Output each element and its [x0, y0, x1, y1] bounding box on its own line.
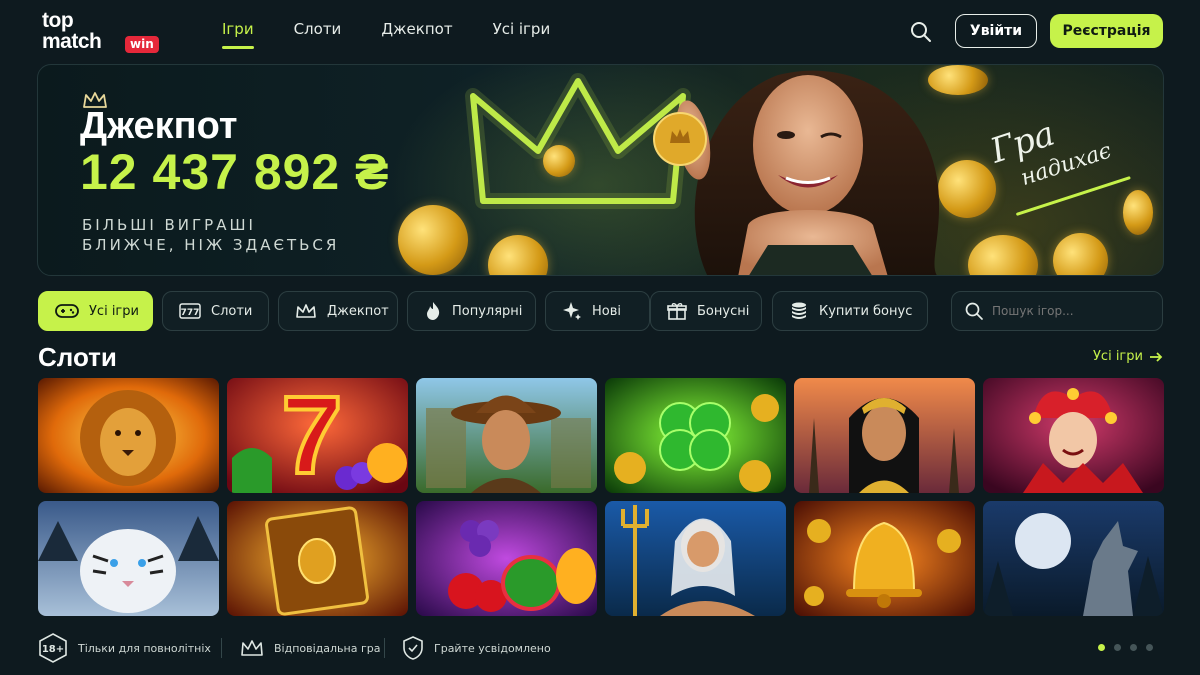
responsible-gaming: Відповідальна гра: [240, 632, 380, 664]
crown-icon: [296, 304, 316, 318]
game-tile-golden-bell[interactable]: [794, 501, 975, 616]
golden-book-illustration: [227, 501, 408, 616]
game-tile-lucky-seven[interactable]: 7: [227, 378, 408, 493]
jackpot-subtitle-line2: БЛИЖЧЕ, НІЖ ЗДАЄТЬСЯ: [82, 236, 340, 254]
game-tile-white-tiger[interactable]: [38, 501, 219, 616]
filter-slots[interactable]: 777 Слоти: [162, 291, 269, 331]
game-tile-book[interactable]: [227, 501, 408, 616]
shield-check-icon: [403, 636, 423, 660]
age-badge-text: 18+: [42, 644, 64, 655]
footer-bar: 18+ Тільки для повнолітніх Відповідальна…: [38, 632, 1164, 664]
game-search[interactable]: [951, 291, 1163, 331]
filter-jackpot[interactable]: Джекпот: [278, 291, 398, 331]
jester-illustration: [983, 378, 1164, 493]
clover-illustration: [605, 378, 786, 493]
sparkle-icon: [563, 302, 581, 320]
filter-label: Усі ігри: [89, 303, 139, 319]
page-dot[interactable]: [1130, 644, 1137, 651]
filter-label: Купити бонус: [819, 303, 913, 319]
page-dot[interactable]: [1114, 644, 1121, 651]
mindful-play: Грайте усвідомлено: [402, 632, 551, 664]
see-all-link[interactable]: Усі ігри: [1093, 349, 1163, 364]
game-tile-explorer[interactable]: [416, 378, 597, 493]
responsible-text: Відповідальна гра: [274, 641, 381, 655]
nav-games[interactable]: Ігри: [222, 20, 254, 49]
see-all-label: Усі ігри: [1093, 349, 1143, 364]
jackpot-banner[interactable]: Джекпот 12 437 892 ₴ БІЛЬШІ ВИГРАШІ БЛИЖ…: [37, 64, 1164, 276]
search-input[interactable]: [992, 304, 1142, 318]
page-dot[interactable]: [1098, 644, 1105, 651]
game-tile-jester[interactable]: [983, 378, 1164, 493]
jackpot-amount: 12 437 892 ₴: [80, 144, 390, 200]
login-button[interactable]: Увійти: [955, 14, 1037, 48]
mindful-text: Грайте усвідомлено: [434, 641, 551, 655]
jackpot-subtitle-line1: БІЛЬШІ ВИГРАШІ: [82, 216, 256, 234]
game-tile-clover[interactable]: [605, 378, 786, 493]
site-logo[interactable]: top match win: [42, 8, 162, 54]
logo-word-top: top: [42, 9, 74, 32]
gold-coin: [488, 235, 548, 275]
filter-label: Слоти: [211, 303, 253, 319]
gamepad-icon: [55, 304, 79, 318]
divider: [221, 638, 222, 658]
flame-icon: [427, 302, 440, 320]
cleopatra-illustration: [794, 378, 975, 493]
hero-woman-illustration: [653, 70, 939, 275]
filter-popular[interactable]: Популярні: [407, 291, 536, 331]
coins-stack-icon: [792, 302, 806, 319]
slot-777-icon: 777: [179, 303, 201, 319]
lion-illustration: [38, 378, 219, 493]
jackpot-subtitle: БІЛЬШІ ВИГРАШІ БЛИЖЧЕ, НІЖ ЗДАЄТЬСЯ: [82, 215, 382, 255]
filter-label: Нові: [592, 303, 622, 319]
filter-new[interactable]: Нові: [545, 291, 650, 331]
jackpot-title: Джекпот: [80, 105, 238, 147]
search-icon: [965, 302, 983, 320]
age-18-badge-icon: 18+: [39, 633, 67, 663]
filter-bonus[interactable]: Бонусні: [650, 291, 762, 331]
filter-label: Популярні: [452, 303, 523, 319]
adults-only-text: Тільки для повнолітніх: [78, 641, 211, 655]
explorer-illustration: [416, 378, 597, 493]
logo-badge: win: [125, 36, 159, 53]
game-tile-wolf-moon[interactable]: [983, 501, 1164, 616]
age-restriction: 18+ Тільки для повнолітніх: [38, 632, 211, 664]
gold-coin: [968, 235, 1038, 275]
page-dot[interactable]: [1146, 644, 1153, 651]
crown-icon: [241, 640, 263, 656]
gift-icon: [667, 303, 687, 320]
golden-bell-illustration: [794, 501, 975, 616]
filter-all-games[interactable]: Усі ігри: [38, 291, 153, 331]
wolf-moon-illustration: [983, 501, 1164, 616]
carousel-pagination: [1098, 644, 1153, 651]
section-title: Слоти: [38, 342, 117, 372]
poseidon-illustration: [605, 501, 786, 616]
filter-label: Бонусні: [697, 303, 750, 319]
divider: [384, 638, 385, 658]
svg-text:777: 777: [181, 308, 200, 318]
game-grid: 7: [38, 378, 1164, 616]
nav-slots[interactable]: Слоти: [294, 20, 342, 38]
game-tile-fruits[interactable]: [416, 501, 597, 616]
arrow-right-icon: [1149, 351, 1163, 362]
nav-all-games[interactable]: Усі ігри: [493, 20, 551, 38]
filter-label: Джекпот: [327, 303, 389, 319]
white-tiger-illustration: [38, 501, 219, 616]
gold-coin: [1053, 233, 1108, 275]
filter-buy-bonus[interactable]: Купити бонус: [772, 291, 928, 331]
search-icon[interactable]: [908, 19, 934, 45]
seven-fruits-illustration: 7: [227, 378, 408, 493]
register-button[interactable]: Реєстрація: [1050, 14, 1163, 48]
gold-coin: [543, 145, 575, 177]
logo-word-bottom: match: [42, 30, 102, 53]
gold-coin: [398, 205, 468, 275]
game-tile-lion[interactable]: [38, 378, 219, 493]
game-tile-cleopatra[interactable]: [794, 378, 975, 493]
main-nav: Ігри Слоти Джекпот Усі ігри: [222, 20, 590, 49]
top-header: top match win Ігри Слоти Джекпот Усі ігр…: [0, 0, 1200, 62]
nav-jackpot[interactable]: Джекпот: [381, 20, 452, 38]
fruits-illustration: [416, 501, 597, 616]
svg-text:7: 7: [281, 378, 342, 493]
game-tile-poseidon[interactable]: [605, 501, 786, 616]
